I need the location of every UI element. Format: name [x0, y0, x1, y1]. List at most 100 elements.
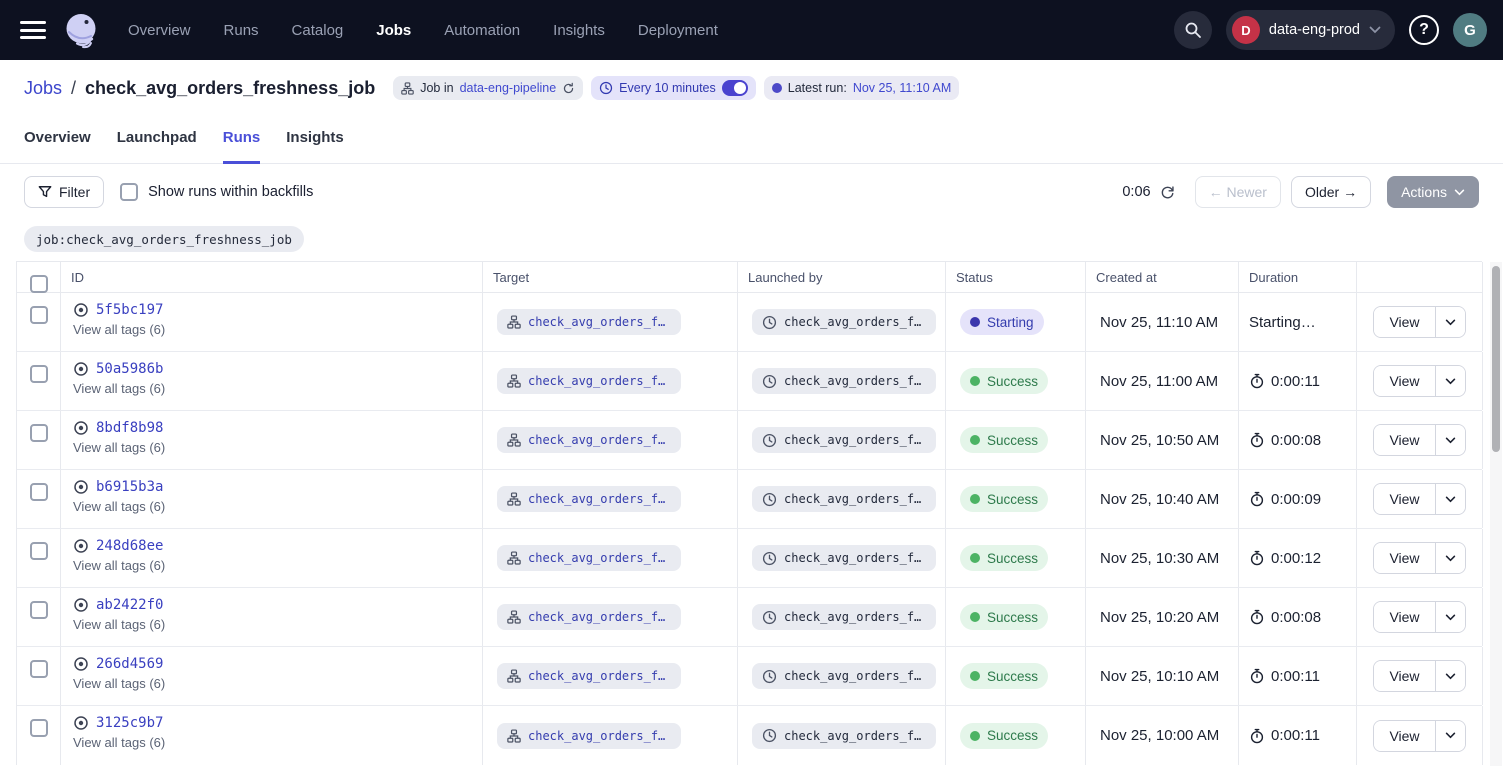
user-avatar[interactable]: G: [1453, 13, 1487, 47]
launched-by-name[interactable]: check_avg_orders_freshn…: [784, 729, 926, 743]
launched-by-name[interactable]: check_avg_orders_freshn…: [784, 492, 926, 506]
tab-launchpad[interactable]: Launchpad: [117, 116, 197, 164]
view-run-button[interactable]: View: [1374, 366, 1434, 396]
run-actions-dropdown[interactable]: [1435, 307, 1465, 337]
target-chip[interactable]: check_avg_orders_freshness_job: [497, 368, 681, 394]
actions-button[interactable]: Actions: [1387, 176, 1479, 208]
launched-by-chip[interactable]: check_avg_orders_freshn…: [752, 545, 936, 571]
target-name[interactable]: check_avg_orders_freshness_job: [528, 729, 671, 743]
run-id-link[interactable]: ab2422f0: [96, 597, 163, 613]
view-run-button[interactable]: View: [1374, 484, 1434, 514]
view-run-button[interactable]: View: [1374, 307, 1434, 337]
run-actions-dropdown[interactable]: [1435, 484, 1465, 514]
run-id-link[interactable]: b6915b3a: [96, 479, 163, 495]
run-id-link[interactable]: 8bdf8b98: [96, 420, 163, 436]
view-all-tags-link[interactable]: View all tags (6): [73, 499, 482, 514]
dagster-logo-icon[interactable]: [60, 9, 102, 51]
row-checkbox[interactable]: [30, 365, 48, 383]
target-chip[interactable]: check_avg_orders_freshness_job: [497, 663, 681, 689]
launched-by-chip[interactable]: check_avg_orders_freshn…: [752, 486, 936, 512]
run-id-link[interactable]: 50a5986b: [96, 361, 163, 377]
tab-runs[interactable]: Runs: [223, 116, 261, 164]
older-button[interactable]: Older →: [1291, 176, 1371, 208]
newer-button[interactable]: ← Newer: [1195, 176, 1281, 208]
view-all-tags-link[interactable]: View all tags (6): [73, 322, 482, 337]
row-checkbox[interactable]: [30, 542, 48, 560]
launched-by-name[interactable]: check_avg_orders_freshn…: [784, 669, 926, 683]
job-filter-tag[interactable]: job:check_avg_orders_freshness_job: [24, 226, 304, 252]
tab-insights[interactable]: Insights: [286, 116, 344, 164]
search-button[interactable]: [1174, 11, 1212, 49]
launched-by-chip[interactable]: check_avg_orders_freshn…: [752, 723, 936, 749]
view-run-button[interactable]: View: [1374, 661, 1434, 691]
vertical-scrollbar-thumb[interactable]: [1492, 266, 1500, 452]
target-name[interactable]: check_avg_orders_freshness_job: [528, 433, 671, 447]
run-actions-dropdown[interactable]: [1435, 366, 1465, 396]
refresh-icon[interactable]: [1160, 185, 1175, 200]
run-id-link[interactable]: 248d68ee: [96, 538, 163, 554]
launched-by-chip[interactable]: check_avg_orders_freshn…: [752, 427, 936, 453]
run-id-link[interactable]: 5f5bc197: [96, 302, 163, 318]
launched-by-name[interactable]: check_avg_orders_freshn…: [784, 374, 926, 388]
row-checkbox[interactable]: [30, 719, 48, 737]
launched-by-name[interactable]: check_avg_orders_freshn…: [784, 551, 926, 565]
nav-item-insights[interactable]: Insights: [553, 22, 605, 39]
launched-by-name[interactable]: check_avg_orders_freshn…: [784, 610, 926, 624]
run-actions-dropdown[interactable]: [1435, 425, 1465, 455]
latest-run-link[interactable]: Nov 25, 11:10 AM: [853, 81, 951, 95]
target-chip[interactable]: check_avg_orders_freshness_job: [497, 604, 681, 630]
run-id-link[interactable]: 3125c9b7: [96, 715, 163, 731]
nav-item-catalog[interactable]: Catalog: [292, 22, 344, 39]
row-checkbox[interactable]: [30, 660, 48, 678]
target-chip[interactable]: check_avg_orders_freshness_job: [497, 309, 681, 335]
nav-item-overview[interactable]: Overview: [128, 22, 191, 39]
view-all-tags-link[interactable]: View all tags (6): [73, 735, 482, 750]
launched-by-chip[interactable]: check_avg_orders_freshn…: [752, 663, 936, 689]
target-name[interactable]: check_avg_orders_freshness_job: [528, 492, 671, 506]
pipeline-link[interactable]: data-eng-pipeline: [460, 81, 557, 95]
view-all-tags-link[interactable]: View all tags (6): [73, 381, 482, 396]
launched-by-chip[interactable]: check_avg_orders_freshn…: [752, 604, 936, 630]
view-all-tags-link[interactable]: View all tags (6): [73, 676, 482, 691]
run-actions-dropdown[interactable]: [1435, 721, 1465, 751]
target-name[interactable]: check_avg_orders_freshness_job: [528, 669, 671, 683]
nav-item-jobs[interactable]: Jobs: [376, 22, 411, 39]
nav-item-automation[interactable]: Automation: [444, 22, 520, 39]
view-all-tags-link[interactable]: View all tags (6): [73, 617, 482, 632]
target-name[interactable]: check_avg_orders_freshness_job: [528, 374, 671, 388]
run-actions-dropdown[interactable]: [1435, 543, 1465, 573]
view-run-button[interactable]: View: [1374, 721, 1434, 751]
row-checkbox[interactable]: [30, 601, 48, 619]
backfills-checkbox[interactable]: [120, 183, 138, 201]
target-name[interactable]: check_avg_orders_freshness_job: [528, 315, 671, 329]
reload-icon[interactable]: [562, 82, 575, 95]
deployment-switcher[interactable]: D data-eng-prod: [1226, 10, 1395, 50]
view-all-tags-link[interactable]: View all tags (6): [73, 558, 482, 573]
run-actions-dropdown[interactable]: [1435, 602, 1465, 632]
target-chip[interactable]: check_avg_orders_freshness_job: [497, 427, 681, 453]
target-chip[interactable]: check_avg_orders_freshness_job: [497, 723, 681, 749]
row-checkbox[interactable]: [30, 483, 48, 501]
target-name[interactable]: check_avg_orders_freshness_job: [528, 551, 671, 565]
select-all-checkbox[interactable]: [30, 275, 48, 293]
launched-by-chip[interactable]: check_avg_orders_freshn…: [752, 309, 936, 335]
launched-by-name[interactable]: check_avg_orders_freshn…: [784, 433, 926, 447]
nav-item-deployment[interactable]: Deployment: [638, 22, 718, 39]
row-checkbox[interactable]: [30, 424, 48, 442]
help-button[interactable]: ?: [1409, 15, 1439, 45]
view-all-tags-link[interactable]: View all tags (6): [73, 440, 482, 455]
view-run-button[interactable]: View: [1374, 543, 1434, 573]
run-actions-dropdown[interactable]: [1435, 661, 1465, 691]
hamburger-menu-icon[interactable]: [20, 21, 46, 39]
target-name[interactable]: check_avg_orders_freshness_job: [528, 610, 671, 624]
tab-overview[interactable]: Overview: [24, 116, 91, 164]
row-checkbox[interactable]: [30, 306, 48, 324]
run-id-link[interactable]: 266d4569: [96, 656, 163, 672]
launched-by-name[interactable]: check_avg_orders_freshn…: [784, 315, 926, 329]
view-run-button[interactable]: View: [1374, 425, 1434, 455]
launched-by-chip[interactable]: check_avg_orders_freshn…: [752, 368, 936, 394]
view-run-button[interactable]: View: [1374, 602, 1434, 632]
breadcrumb-jobs-link[interactable]: Jobs: [24, 78, 62, 99]
nav-item-runs[interactable]: Runs: [224, 22, 259, 39]
target-chip[interactable]: check_avg_orders_freshness_job: [497, 486, 681, 512]
